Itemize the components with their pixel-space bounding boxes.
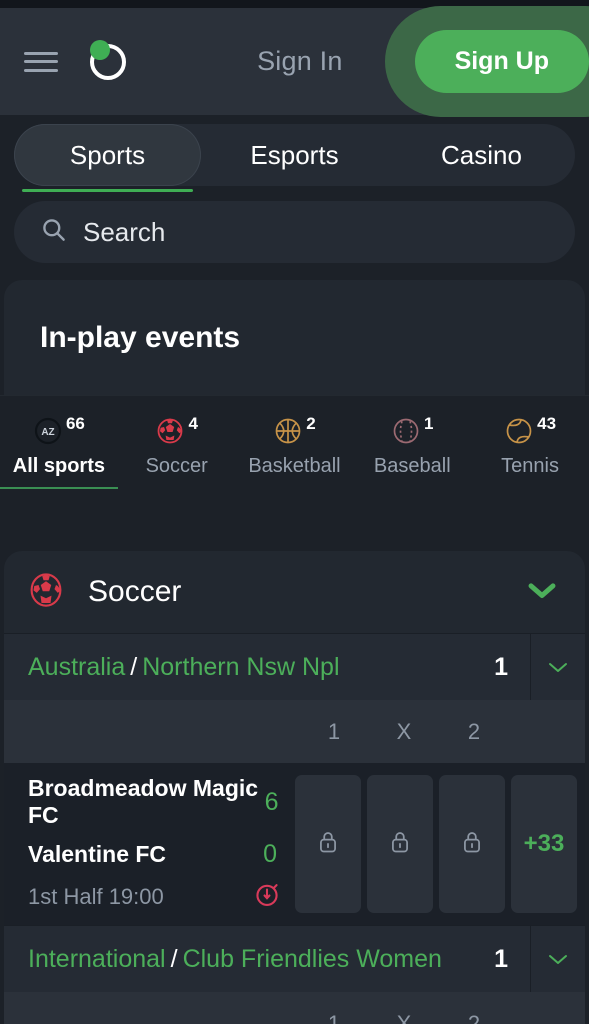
category-count: 2: [306, 413, 316, 433]
top-bar: Sign In Sign Up: [0, 6, 589, 117]
tennis-ball-icon: [504, 414, 536, 451]
category-label: Soccer: [145, 454, 208, 477]
odds-header-1: 1: [327, 1010, 341, 1024]
league-link-club-friendlies-women[interactable]: International / Club Friendlies Women 1: [4, 926, 530, 992]
category-all-sports[interactable]: AZ 66 All sports: [0, 396, 118, 489]
away-team-name: Valentine FC: [28, 841, 167, 867]
lock-icon: [460, 829, 484, 860]
league-name: Northern Nsw Npl: [142, 652, 340, 681]
soccer-ball-icon: [26, 570, 66, 615]
odds-buttons: +33: [295, 775, 581, 913]
league-collapse-toggle[interactable]: [530, 926, 585, 992]
stopwatch-icon: [253, 880, 295, 913]
match-details[interactable]: Broadmeadow Magic FC 6 Valentine FC 0 1s…: [4, 775, 295, 913]
category-count: 43: [537, 413, 557, 433]
league-collapse-toggle[interactable]: [530, 634, 585, 700]
odds-button-x-locked[interactable]: [367, 775, 433, 913]
top-bar-actions: Sign In Sign Up: [257, 6, 589, 117]
tab-casino[interactable]: Casino: [388, 124, 575, 186]
league-separator: /: [130, 652, 138, 681]
league-country: Australia: [28, 652, 126, 681]
odds-header-2: 2: [467, 1010, 481, 1024]
segmented-tabs: Sports Esports Casino: [14, 124, 575, 192]
tab-sports-label: Sports: [69, 139, 146, 170]
tab-esports-label: Esports: [250, 139, 339, 170]
category-label: Basketball: [248, 454, 341, 477]
hamburger-icon[interactable]: [24, 49, 58, 75]
league-count: 1: [494, 944, 508, 973]
category-count: 1: [424, 413, 434, 433]
odds-header-row: 1 X 2: [4, 992, 585, 1024]
az-circle-icon: AZ: [33, 414, 65, 451]
category-tennis[interactable]: 43 Tennis: [471, 396, 589, 489]
chevron-down-icon[interactable]: [525, 579, 559, 606]
home-team-name: Broadmeadow Magic FC: [28, 775, 259, 828]
baseball-icon: [391, 414, 423, 451]
away-team-score: 0: [263, 840, 277, 868]
sign-up-focus-ring[interactable]: Sign Up: [384, 6, 589, 117]
league-count: 1: [494, 652, 508, 681]
category-label: All sports: [12, 454, 106, 477]
odds-header-x: X: [396, 1010, 412, 1024]
odds-header-x: X: [396, 718, 412, 744]
search-icon: [40, 216, 67, 248]
match-status: 1st Half 19:00: [28, 883, 164, 909]
sign-in-button[interactable]: Sign In: [257, 46, 348, 77]
lock-icon: [388, 829, 412, 860]
odds-button-more-markets[interactable]: +33: [511, 775, 577, 913]
league-separator: /: [170, 944, 178, 973]
category-label: Tennis: [501, 454, 559, 477]
odds-button-1-locked[interactable]: [295, 775, 361, 913]
tab-sports[interactable]: Sports: [14, 124, 201, 192]
home-team-score: 6: [264, 787, 279, 816]
lock-icon: [316, 829, 340, 860]
soccer-ball-icon: [155, 414, 187, 451]
search-bar[interactable]: [14, 201, 575, 263]
category-soccer[interactable]: 4 Soccer: [118, 396, 236, 489]
tab-esports[interactable]: Esports: [201, 124, 388, 186]
league-row: Australia / Northern Nsw Npl 1: [4, 633, 585, 700]
section-gap: [0, 489, 589, 551]
odds-button-2-locked[interactable]: [439, 775, 505, 913]
league-country: International: [28, 944, 166, 973]
svg-text:AZ: AZ: [41, 427, 54, 438]
category-label: Baseball: [373, 454, 451, 477]
category-count: 66: [65, 413, 85, 433]
soccer-section-title: Soccer: [88, 575, 182, 608]
match-row: Broadmeadow Magic FC 6 Valentine FC 0 1s…: [4, 763, 585, 925]
brand-logo-icon[interactable]: [86, 39, 130, 84]
segmented-tabs-container: Sports Esports Casino: [0, 115, 589, 192]
search-container: [0, 186, 589, 280]
odds-header-row: 1 X 2: [4, 700, 585, 763]
category-basketball[interactable]: 2 Basketball: [236, 396, 354, 489]
sport-category-bar: AZ 66 All sports 4 Soccer 2 Basketball 1…: [0, 395, 589, 489]
sign-up-button[interactable]: Sign Up: [414, 30, 589, 93]
basketball-icon: [273, 414, 305, 451]
app-screen: Sign In Sign Up Sports Esports Casino Se…: [0, 0, 589, 1024]
more-markets-count: +33: [523, 830, 565, 857]
in-play-events-card: In-play events: [4, 280, 585, 395]
soccer-section-header[interactable]: Soccer: [4, 551, 585, 633]
odds-header-2: 2: [467, 718, 481, 744]
page-title: In-play events: [40, 320, 241, 354]
odds-header-1: 1: [327, 718, 341, 744]
soccer-section: Soccer Australia / Northern Nsw Npl 1 1 …: [4, 551, 585, 1024]
tab-casino-label: Casino: [441, 139, 522, 170]
category-count: 4: [188, 413, 198, 433]
search-input[interactable]: [83, 216, 549, 248]
league-name: Club Friendlies Women: [182, 944, 442, 973]
away-team-line: Valentine FC 0: [28, 840, 295, 869]
match-status-line: 1st Half 19:00: [28, 880, 295, 913]
league-link-northern-nsw-npl[interactable]: Australia / Northern Nsw Npl 1: [4, 634, 530, 700]
league-row: International / Club Friendlies Women 1: [4, 925, 585, 992]
category-baseball[interactable]: 1 Baseball: [353, 396, 471, 489]
home-team-line: Broadmeadow Magic FC 6: [28, 775, 295, 829]
